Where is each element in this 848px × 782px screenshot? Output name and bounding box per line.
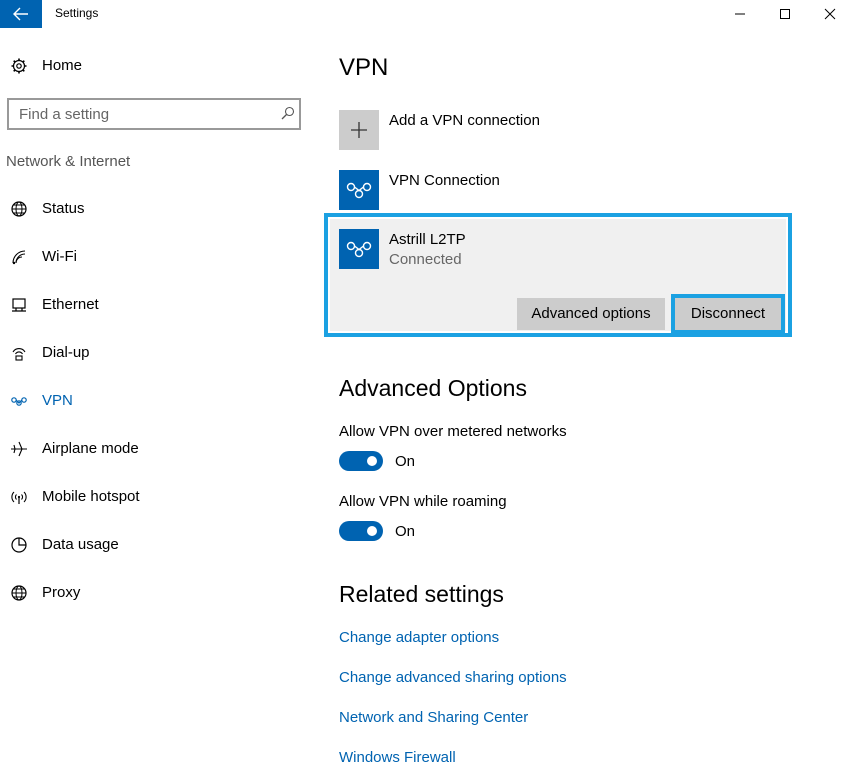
link-change-adapter-options[interactable]: Change adapter options bbox=[339, 629, 499, 646]
sidebar-item-airplane-mode[interactable]: Airplane mode bbox=[0, 434, 316, 464]
sidebar-item-label: Ethernet bbox=[42, 296, 99, 313]
vpn-tile bbox=[339, 229, 379, 269]
connection-name: Astrill L2TP bbox=[389, 231, 466, 248]
link-network-sharing-center[interactable]: Network and Sharing Center bbox=[339, 709, 528, 726]
sidebar-item-mobile-hotspot[interactable]: Mobile hotspot bbox=[0, 482, 316, 512]
maximize-button[interactable] bbox=[761, 0, 807, 28]
vpn-connection-item[interactable]: VPN Connection bbox=[339, 170, 779, 210]
sidebar-item-label: Airplane mode bbox=[42, 440, 139, 457]
minimize-button[interactable] bbox=[716, 0, 762, 28]
section-title: Network & Internet bbox=[6, 153, 131, 170]
sidebar-item-proxy[interactable]: Proxy bbox=[0, 578, 316, 608]
ethernet-icon bbox=[12, 298, 26, 312]
search-icon[interactable] bbox=[281, 106, 295, 120]
metered-state: On bbox=[395, 453, 416, 470]
related-settings-title: Related settings bbox=[339, 581, 504, 607]
connection-name: VPN Connection bbox=[389, 172, 500, 189]
globe-icon bbox=[11, 585, 27, 601]
globe-icon bbox=[11, 201, 27, 217]
maximize-icon bbox=[780, 9, 790, 19]
window-title: Settings bbox=[55, 6, 99, 20]
connection-status: Connected bbox=[389, 251, 462, 268]
sidebar-item-label: Proxy bbox=[42, 584, 81, 601]
wifi-icon bbox=[12, 250, 26, 265]
sidebar-item-label: Wi-Fi bbox=[42, 248, 77, 265]
add-vpn-connection[interactable]: Add a VPN connection bbox=[339, 110, 779, 150]
sidebar-item-vpn[interactable]: VPN bbox=[0, 386, 316, 416]
close-button[interactable] bbox=[806, 0, 848, 28]
back-arrow-icon bbox=[13, 7, 28, 21]
advanced-options-title: Advanced Options bbox=[339, 375, 527, 401]
sidebar: Home Network & Internet Status Wi-Fi bbox=[0, 28, 316, 782]
sidebar-item-label: VPN bbox=[42, 392, 73, 409]
link-change-advanced-sharing[interactable]: Change advanced sharing options bbox=[339, 669, 567, 686]
sidebar-item-label: Dial-up bbox=[42, 344, 90, 361]
advanced-options-button[interactable]: Advanced options bbox=[517, 298, 665, 330]
page-title: VPN bbox=[339, 54, 389, 81]
search-input[interactable] bbox=[9, 100, 264, 128]
toggle-knob bbox=[367, 526, 377, 536]
gear-icon bbox=[11, 58, 27, 74]
sidebar-item-dialup[interactable]: Dial-up bbox=[0, 338, 316, 368]
disconnect-button[interactable]: Disconnect bbox=[671, 294, 785, 334]
roaming-state: On bbox=[395, 523, 416, 540]
metered-label: Allow VPN over metered networks bbox=[339, 423, 567, 440]
airplane-icon bbox=[11, 441, 27, 457]
back-button[interactable] bbox=[0, 0, 42, 28]
sidebar-home[interactable]: Home bbox=[0, 54, 316, 78]
vpn-icon bbox=[346, 182, 372, 199]
sidebar-item-data-usage[interactable]: Data usage bbox=[0, 530, 316, 560]
hotspot-icon bbox=[11, 491, 27, 504]
metered-toggle[interactable] bbox=[339, 451, 383, 471]
add-tile bbox=[339, 110, 379, 150]
sidebar-item-wifi[interactable]: Wi-Fi bbox=[0, 242, 316, 272]
vpn-icon bbox=[346, 241, 372, 258]
link-windows-firewall[interactable]: Windows Firewall bbox=[339, 749, 456, 766]
vpn-tile bbox=[339, 170, 379, 210]
data-usage-icon bbox=[11, 537, 27, 553]
dialup-icon bbox=[12, 348, 26, 361]
close-icon bbox=[824, 8, 836, 20]
title-bar: Settings bbox=[0, 0, 848, 28]
add-vpn-label: Add a VPN connection bbox=[389, 112, 540, 129]
roaming-toggle[interactable] bbox=[339, 521, 383, 541]
vpn-icon bbox=[11, 397, 27, 406]
main-content: VPN Add a VPN connection VPN Connection bbox=[316, 28, 848, 782]
home-label: Home bbox=[42, 57, 83, 74]
plus-icon bbox=[351, 122, 367, 138]
roaming-label: Allow VPN while roaming bbox=[339, 493, 507, 510]
astrill-connection-item[interactable]: Astrill L2TP Connected bbox=[339, 229, 779, 269]
sidebar-item-label: Mobile hotspot bbox=[42, 488, 140, 505]
sidebar-item-status[interactable]: Status bbox=[0, 194, 316, 224]
sidebar-item-ethernet[interactable]: Ethernet bbox=[0, 290, 316, 320]
sidebar-item-label: Status bbox=[42, 200, 85, 217]
sidebar-item-label: Data usage bbox=[42, 536, 119, 553]
toggle-knob bbox=[367, 456, 377, 466]
search-box bbox=[7, 98, 301, 130]
minimize-icon bbox=[735, 13, 745, 15]
